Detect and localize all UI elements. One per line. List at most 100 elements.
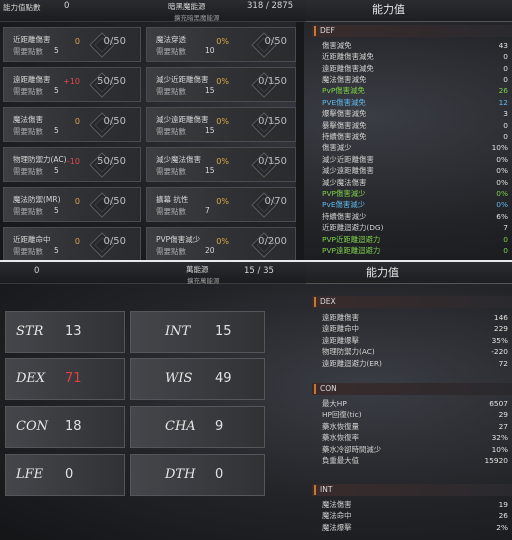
- con-stat-row: 最大HP 6507: [322, 398, 510, 409]
- def-stat-row: PVP傷害減少 0%: [322, 188, 510, 199]
- skill-bonus: 0: [74, 197, 80, 206]
- def-stat-value: 0%: [496, 188, 508, 198]
- skill-bonus: 0%: [216, 197, 229, 206]
- def-stat-row: PVP近距離迴避力 0: [322, 234, 510, 245]
- def-stat-row: 持續傷害減免 0: [322, 131, 510, 142]
- attribute-label: CHA: [165, 419, 196, 434]
- skill-name: PVP傷害減少: [156, 235, 201, 244]
- attribute-tile-dth[interactable]: DTH 0: [130, 454, 265, 496]
- attribute-value: 71: [65, 371, 82, 386]
- skill-card-left[interactable]: 近距離傷害 需要點數 5 0 0/50: [3, 27, 141, 62]
- skill-card-right[interactable]: 減少近距離傷害 需要點數 15 0% 0/150: [146, 67, 296, 102]
- def-stat-label: 魔法傷害減免: [322, 74, 367, 84]
- attribute-label: WIS: [165, 371, 193, 386]
- skill-bonus: +10: [63, 77, 80, 86]
- dex-stat-value: 229: [493, 324, 508, 334]
- def-stat-label: 減少魔法傷害: [322, 177, 367, 187]
- def-stat-label: 持續傷害減少: [322, 211, 367, 221]
- skill-bonus: 0: [74, 117, 80, 126]
- need-points-label: 需要點數: [13, 207, 43, 216]
- skill-progress: 0/150: [258, 156, 287, 167]
- con-stat-value: 10%: [491, 444, 508, 454]
- def-stat-value: 0: [503, 74, 508, 84]
- def-stat-row: PVP遠距離迴避力 0: [322, 245, 510, 256]
- con-stat-label: 藥水恢復量: [322, 421, 359, 431]
- attribute-value: 18: [65, 419, 82, 434]
- def-stat-value: 12: [498, 97, 508, 107]
- con-stat-label: 藥水冷卻時間減少: [322, 444, 382, 454]
- attribute-label: DTH: [165, 467, 196, 482]
- skill-card-left[interactable]: 遠距離傷害 需要點數 5 +10 50/50: [3, 67, 141, 102]
- def-stat-label: 暴擊傷害減免: [322, 120, 367, 130]
- need-points-label: 需要點數: [13, 247, 43, 256]
- skill-progress: 0/200: [258, 236, 287, 247]
- attribute-tile-lfe[interactable]: LFE 0: [5, 454, 125, 496]
- need-points-label: 需要點數: [13, 167, 43, 176]
- skill-card-right[interactable]: 減少遠距離傷害 需要點數 15 0% 0/150: [146, 107, 296, 142]
- skill-card-left[interactable]: 魔法防禦(MR) 需要點數 5 0 0/50: [3, 187, 141, 222]
- dex-stat-row: 遠距離迴避力(ER) 72: [322, 358, 510, 369]
- def-stat-label: 遠距離傷害減免: [322, 63, 374, 73]
- skill-progress: 0/70: [264, 196, 287, 207]
- universal-expand-link[interactable]: 擴充萬能源: [187, 275, 220, 285]
- con-stat-value: 32%: [491, 433, 508, 443]
- def-stat-row: 爆擊傷害減免 3: [322, 108, 510, 119]
- def-stat-row: 魔法傷害減免 0: [322, 74, 510, 85]
- need-points-label: 需要點數: [156, 167, 186, 176]
- skill-card-right[interactable]: 魔法穿透 需要點數 10 0% 0/50: [146, 27, 296, 62]
- attribute-tile-dex[interactable]: DEX 71: [5, 358, 125, 400]
- con-stat-label: 負重最大值: [322, 456, 359, 466]
- int-stat-row: 魔法命中 26: [322, 511, 510, 522]
- energy-expand-link[interactable]: 擴充暗黑魔能源: [174, 12, 220, 22]
- attribute-label: STR: [16, 324, 44, 339]
- def-stat-value: 0: [503, 245, 508, 255]
- int-stat-label: 魔法命中: [322, 511, 352, 521]
- def-stat-row: 近距離迴避力(DG) 7: [322, 222, 510, 233]
- skill-card-right[interactable]: 擴幕 抗性 需要點數 7 0% 0/70: [146, 187, 296, 222]
- con-stat-value: 6507: [489, 398, 508, 408]
- skill-card-right[interactable]: 減少魔法傷害 需要點數 15 0% 0/150: [146, 147, 296, 182]
- def-stat-label: 傷害減少: [322, 143, 352, 153]
- need-points-label: 需要點數: [156, 87, 186, 96]
- def-stat-value: 3: [503, 109, 508, 119]
- int-stat-row: 魔法傷害 19: [322, 499, 510, 510]
- skill-card-left[interactable]: 魔法傷害 需要點數 5 0 0/50: [3, 107, 141, 142]
- need-points-value: 5: [54, 86, 59, 95]
- def-section-label: DEF: [320, 26, 335, 35]
- def-stat-value: 0: [503, 131, 508, 141]
- dex-stat-label: 遠距離迴避力(ER): [322, 358, 382, 368]
- points-label: 能力值點數: [3, 3, 41, 12]
- attribute-label: LFE: [16, 467, 44, 482]
- attribute-tile-int[interactable]: INT 15: [130, 311, 265, 353]
- attribute-tile-wis[interactable]: WIS 49: [130, 358, 265, 400]
- need-points-label: 需要點數: [13, 87, 43, 96]
- def-stat-value: 0%: [496, 200, 508, 210]
- def-stat-row: 傷害減少 10%: [322, 143, 510, 154]
- attribute-tile-cha[interactable]: CHA 9: [130, 406, 265, 448]
- attribute-tile-con[interactable]: CON 18: [5, 406, 125, 448]
- skill-name: 魔法穿透: [156, 35, 186, 44]
- attribute-label: INT: [165, 324, 191, 339]
- int-stat-value: 19: [498, 499, 508, 509]
- dex-stat-label: 遠距離命中: [322, 324, 359, 334]
- need-points-value: 5: [54, 206, 59, 215]
- def-stat-row: PVE傷害減免 12: [322, 97, 510, 108]
- attribute-tile-str[interactable]: STR 13: [5, 311, 125, 353]
- need-points-label: 需要點數: [13, 127, 43, 136]
- skill-bonus: 0: [74, 37, 80, 46]
- dex-stat-value: -220: [491, 347, 508, 357]
- skill-card-left[interactable]: 近距離命中 需要點數 5 0 0/50: [3, 227, 141, 260]
- skill-card-left[interactable]: 物理防禦力(AC) 需要點數 5 -10 50/50: [3, 147, 141, 182]
- skill-name: 物理防禦力(AC): [13, 155, 67, 164]
- need-points-value: 15: [205, 166, 215, 175]
- skill-card-right[interactable]: PVP傷害減少 需要點數 20 0% 0/200: [146, 227, 296, 260]
- con-stat-value: 29: [498, 410, 508, 420]
- con-stat-label: HP回復(tic): [322, 410, 362, 420]
- skill-progress: 0/50: [103, 196, 126, 207]
- points-header: 能力值點數 0 暗黑魔能源 擴充暗黑魔能源 318 / 2875: [0, 0, 306, 22]
- scrollbar[interactable]: [296, 22, 304, 260]
- skill-name: 近距離傷害: [13, 35, 51, 44]
- int-stat-value: 26: [498, 511, 508, 521]
- def-stat-label: PVP遠距離迴避力: [322, 245, 381, 255]
- skill-bonus: 0%: [216, 237, 229, 246]
